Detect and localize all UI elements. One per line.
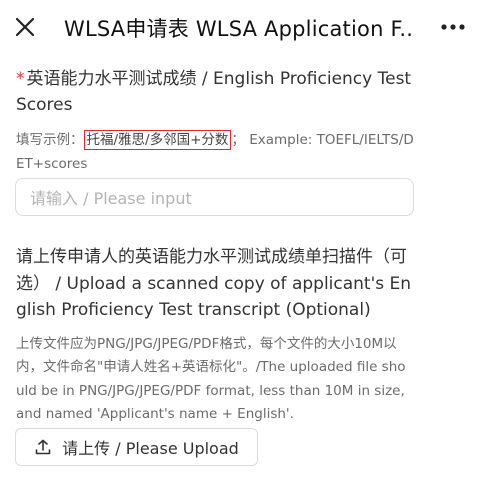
more-icon[interactable] <box>436 12 470 42</box>
english-scores-label-text: 英语能力水平测试成绩 / English Proficiency Test Sc… <box>16 69 412 115</box>
english-scores-input[interactable]: 请输入 / Please input <box>15 178 414 216</box>
upload-icon <box>35 439 51 455</box>
top-bar: WLSA申请表 WLSA Application F... <box>0 0 484 56</box>
english-scores-label: * 英语能力水平测试成绩 / English Proficiency Test S… <box>16 66 416 118</box>
required-mark: * <box>16 69 25 89</box>
upload-button[interactable]: 请上传 / Please Upload <box>15 428 258 466</box>
transcript-upload-label: 请上传申请人的英语能力水平测试成绩单扫描件（可选） / Upload a sca… <box>16 247 412 320</box>
english-scores-hint: 填写示例： 托福/雅思/多邻国+分数； Example: TOEFL/IELTS/… <box>16 128 416 176</box>
english-scores-field: * 英语能力水平测试成绩 / English Proficiency Test S… <box>16 66 416 176</box>
hint-highlight: 托福/雅思/多邻国+分数 <box>83 130 232 150</box>
upload-button-label: 请上传 / Please Upload <box>62 439 239 458</box>
hint-prefix: 填写示例： <box>16 132 84 148</box>
close-icon[interactable] <box>12 14 38 40</box>
input-placeholder: 请输入 / Please input <box>30 189 192 208</box>
transcript-upload-hint: 上传文件应为PNG/JPG/JPEG/PDF格式，每个文件的大小10M以内，文件… <box>16 335 406 423</box>
page-title: WLSA申请表 WLSA Application F... <box>64 17 414 41</box>
transcript-upload-field: 请上传申请人的英语能力水平测试成绩单扫描件（可选） / Upload a sca… <box>16 244 412 427</box>
